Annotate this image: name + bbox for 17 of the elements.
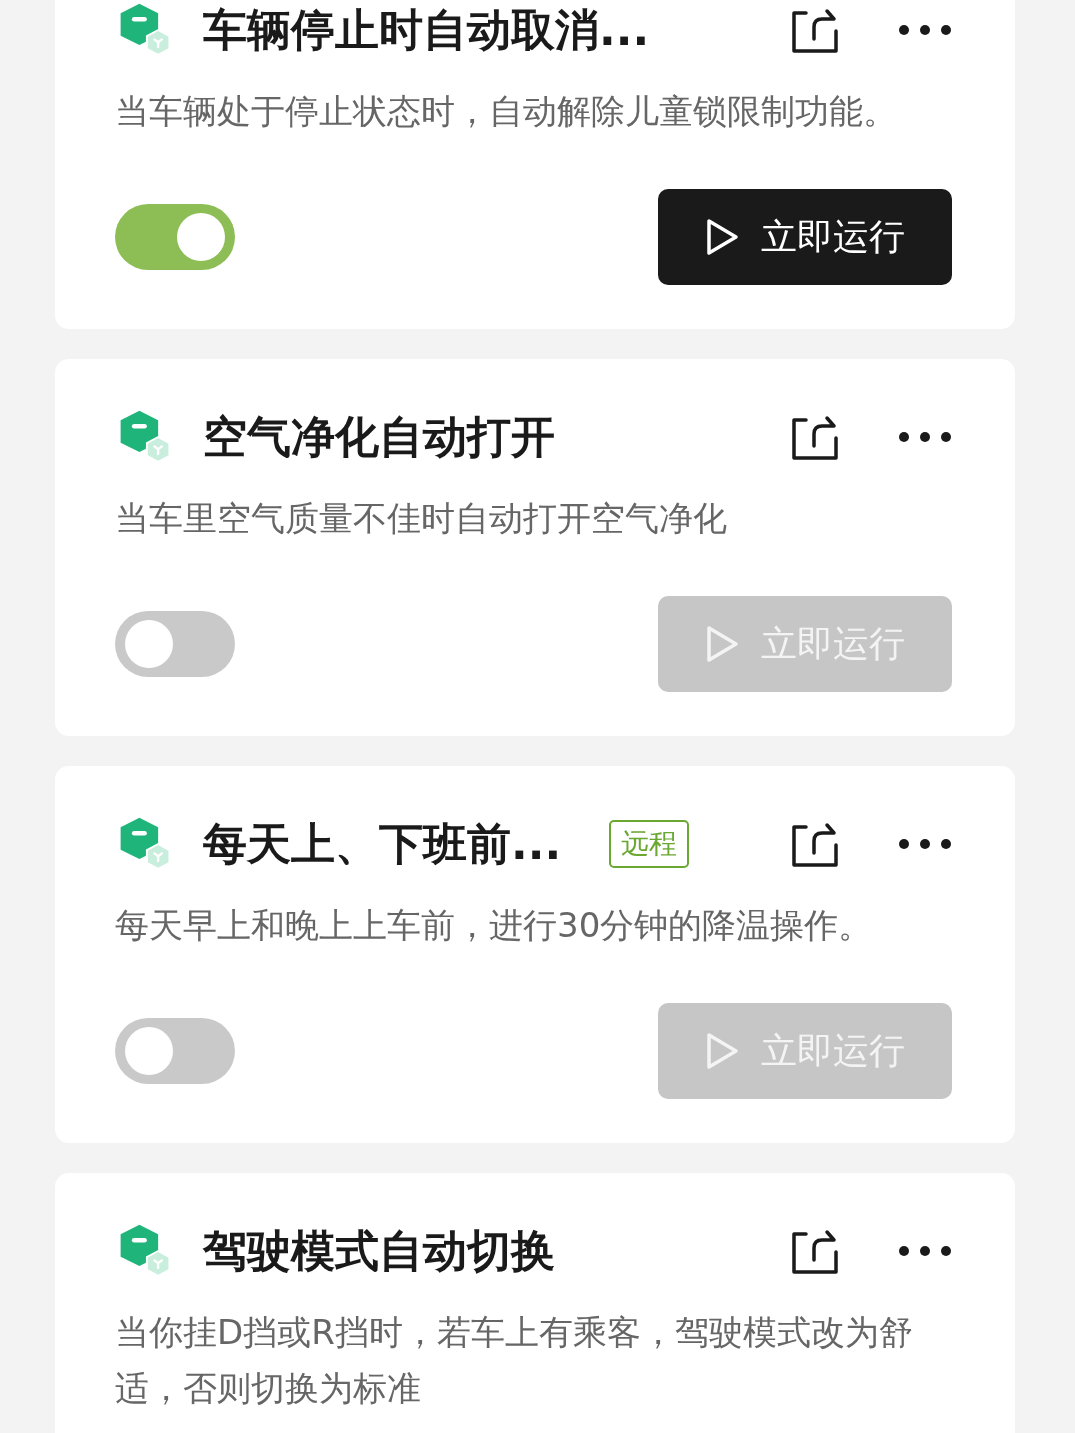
scene-title: 驾驶模式自动切换 — [203, 1223, 555, 1278]
scene-description: 当车里空气质量不佳时自动打开空气净化 — [115, 497, 728, 540]
play-icon — [705, 625, 739, 663]
more-icon[interactable] — [898, 24, 952, 36]
scene-description: 每天早上和晚上上车前，进行30分钟的降温操作。 — [115, 904, 874, 947]
scene-title: 车辆停止时自动取消... — [203, 2, 650, 57]
scene-description: 当车辆处于停止状态时，自动解除儿童锁限制功能。 — [115, 90, 898, 133]
scene-description: 当你挂D挡或R挡时，若车上有乘客，驾驶模式改为舒适，否则切换为标准 — [115, 1311, 914, 1410]
more-icon[interactable] — [898, 431, 952, 443]
more-icon[interactable] — [898, 838, 952, 850]
scene-title: 空气净化自动打开 — [203, 409, 555, 464]
play-icon — [705, 1032, 739, 1070]
scene-title: 每天上、下班前... — [203, 816, 562, 871]
run-button[interactable]: 立即运行 — [658, 189, 952, 285]
remote-tag: 远程 — [609, 820, 690, 868]
more-icon[interactable] — [898, 1245, 952, 1257]
play-icon — [705, 218, 739, 256]
